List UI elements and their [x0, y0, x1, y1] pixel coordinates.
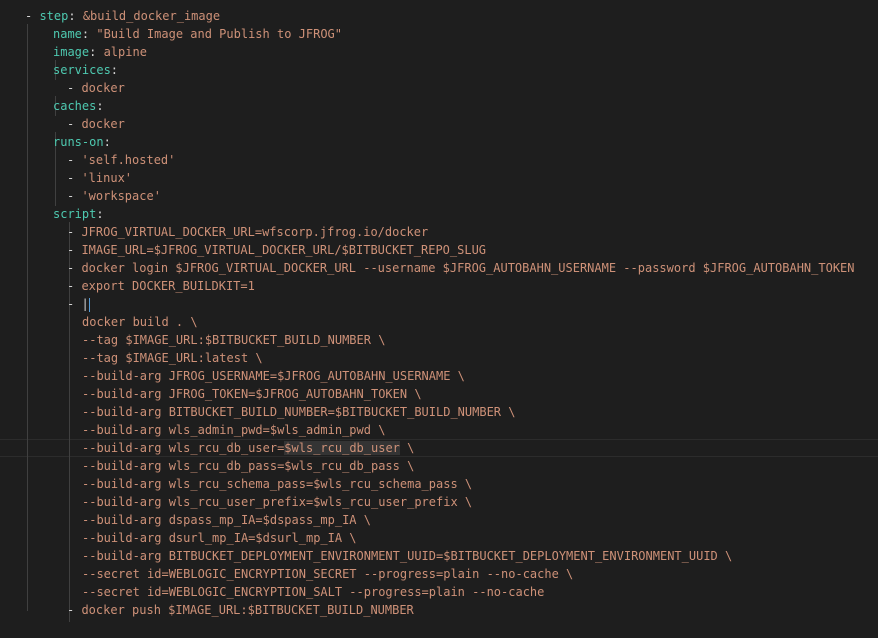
yaml-value: docker login $JFROG_VIRTUAL_DOCKER_URL -… — [81, 261, 855, 275]
yaml-value: "Build Image and Publish to JFROG" — [96, 27, 342, 41]
yaml-value: --build-arg wls_rcu_db_user= — [82, 441, 285, 455]
list-dash: - — [67, 243, 82, 257]
list-dash: - — [67, 81, 82, 95]
code-line[interactable]: image: alpine — [53, 43, 147, 61]
yaml-value: --build-arg wls_rcu_user_prefix=$wls_rcu… — [82, 495, 473, 509]
code-line[interactable]: - docker push $IMAGE_URL:$BITBUCKET_BUIL… — [67, 601, 414, 619]
yaml-value: --tag $IMAGE_URL:$BITBUCKET_BUILD_NUMBER… — [82, 333, 386, 347]
list-dash: - — [67, 261, 82, 275]
code-line[interactable]: --build-arg wls_rcu_db_user=$wls_rcu_db_… — [82, 439, 414, 457]
code-line[interactable]: script: — [53, 205, 104, 223]
yaml-value: --build-arg dspass_mp_IA=$dspass_mp_IA \ — [82, 513, 371, 527]
code-line[interactable]: - 'self.hosted' — [67, 151, 175, 169]
yaml-value: &build_docker_image — [82, 9, 221, 23]
yaml-value: docker build . \ — [82, 315, 198, 329]
yaml-value: 'self.hosted' — [81, 153, 176, 167]
code-line[interactable]: --secret id=WEBLOGIC_ENCRYPTION_SALT --p… — [82, 583, 544, 601]
yaml-value: $wls_rcu_db_user — [284, 441, 400, 455]
yaml-value: --build-arg BITBUCKET_DEPLOYMENT_ENVIRON… — [82, 549, 733, 563]
code-line[interactable]: - 'linux' — [67, 169, 132, 187]
list-dash: - — [67, 171, 82, 185]
yaml-key: runs-on — [53, 135, 104, 149]
yaml-value: 'workspace' — [81, 189, 161, 203]
punctuation: : — [81, 27, 97, 41]
code-line[interactable]: --build-arg wls_rcu_schema_pass=$wls_rcu… — [82, 475, 472, 493]
indent-guide — [27, 24, 28, 611]
yaml-value: export DOCKER_BUILDKIT=1 — [81, 279, 255, 293]
list-dash: - — [67, 189, 82, 203]
yaml-value: --build-arg JFROG_USERNAME=$JFROG_AUTOBA… — [82, 369, 465, 383]
yaml-value: docker — [81, 81, 125, 95]
yaml-key: step — [39, 9, 69, 23]
code-line[interactable]: - step: &build_docker_image — [25, 7, 220, 25]
code-line[interactable]: - JFROG_VIRTUAL_DOCKER_URL=wfscorp.jfrog… — [67, 223, 428, 241]
code-line[interactable]: - 'workspace' — [67, 187, 161, 205]
code-line[interactable]: --tag $IMAGE_URL:$BITBUCKET_BUILD_NUMBER… — [82, 331, 385, 349]
list-dash: - — [67, 153, 82, 167]
code-line[interactable]: runs-on: — [53, 133, 111, 151]
punctuation: | — [81, 297, 89, 311]
code-editor[interactable]: - step: &build_docker_image name: "Build … — [0, 0, 878, 638]
code-line[interactable]: --build-arg dsurl_mp_IA=$dsurl_mp_IA \ — [82, 529, 357, 547]
punctuation: : — [103, 135, 111, 149]
yaml-value: 'linux' — [81, 171, 133, 185]
yaml-key: caches — [53, 99, 97, 113]
yaml-value: --build-arg JFROG_TOKEN=$JFROG_AUTOBAHN_… — [82, 387, 422, 401]
code-line[interactable]: --build-arg wls_admin_pwd=$wls_admin_pwd… — [82, 421, 385, 439]
yaml-value: --build-arg BITBUCKET_BUILD_NUMBER=$BITB… — [82, 405, 516, 419]
yaml-value: --tag $IMAGE_URL:latest \ — [82, 351, 263, 365]
yaml-key: script — [53, 207, 97, 221]
punctuation: : — [110, 63, 119, 77]
code-line[interactable]: - export DOCKER_BUILDKIT=1 — [67, 277, 255, 295]
code-line[interactable]: - IMAGE_URL=$JFROG_VIRTUAL_DOCKER_URL/$B… — [67, 241, 486, 259]
yaml-value: docker — [81, 117, 125, 131]
code-line[interactable]: caches: — [53, 97, 104, 115]
code-line[interactable]: --tag $IMAGE_URL:latest \ — [82, 349, 263, 367]
list-dash: - — [67, 117, 82, 131]
punctuation: : — [89, 45, 104, 59]
code-line[interactable]: docker build . \ — [82, 313, 198, 331]
yaml-value: --build-arg wls_rcu_schema_pass=$wls_rcu… — [82, 477, 473, 491]
code-line[interactable]: - docker — [67, 115, 125, 133]
yaml-value: --secret id=WEBLOGIC_ENCRYPTION_SALT --p… — [82, 585, 545, 599]
punctuation: : — [68, 9, 83, 23]
yaml-value: JFROG_VIRTUAL_DOCKER_URL=wfscorp.jfrog.i… — [81, 225, 429, 239]
code-line[interactable]: --build-arg BITBUCKET_BUILD_NUMBER=$BITB… — [82, 403, 515, 421]
yaml-key: name — [53, 27, 82, 41]
punctuation: : — [96, 207, 104, 221]
code-line[interactable]: - docker login $JFROG_VIRTUAL_DOCKER_URL… — [67, 259, 855, 277]
code-line[interactable]: - docker — [67, 79, 125, 97]
code-line[interactable]: --build-arg JFROG_USERNAME=$JFROG_AUTOBA… — [82, 367, 465, 385]
code-line[interactable]: --build-arg BITBUCKET_DEPLOYMENT_ENVIRON… — [82, 547, 732, 565]
text-caret — [88, 297, 90, 312]
code-line[interactable]: --build-arg dspass_mp_IA=$dspass_mp_IA \ — [82, 511, 371, 529]
list-dash: - — [67, 225, 82, 239]
yaml-value: --build-arg wls_rcu_db_pass=$wls_rcu_db_… — [82, 459, 415, 473]
yaml-value: \ — [399, 441, 415, 455]
yaml-value: docker push $IMAGE_URL:$BITBUCKET_BUILD_… — [81, 603, 414, 617]
code-line[interactable]: --build-arg wls_rcu_user_prefix=$wls_rcu… — [82, 493, 472, 511]
code-line[interactable]: services: — [53, 61, 118, 79]
yaml-value: --secret id=WEBLOGIC_ENCRYPTION_SECRET -… — [82, 567, 574, 581]
yaml-value: IMAGE_URL=$JFROG_VIRTUAL_DOCKER_URL/$BIT… — [81, 243, 487, 257]
yaml-value: --build-arg wls_admin_pwd=$wls_admin_pwd… — [82, 423, 386, 437]
list-dash: - — [67, 297, 82, 311]
list-dash: - — [25, 9, 40, 23]
yaml-value: alpine — [103, 45, 147, 59]
list-dash: - — [67, 603, 82, 617]
code-line[interactable]: name: "Build Image and Publish to JFROG" — [53, 25, 342, 43]
yaml-key: services — [53, 63, 111, 77]
yaml-value: --build-arg dsurl_mp_IA=$dsurl_mp_IA \ — [82, 531, 357, 545]
code-line[interactable]: - | — [67, 295, 90, 313]
yaml-key: image — [53, 45, 90, 59]
code-line[interactable]: --secret id=WEBLOGIC_ENCRYPTION_SECRET -… — [82, 565, 573, 583]
punctuation: : — [96, 99, 104, 113]
code-line[interactable]: --build-arg wls_rcu_db_pass=$wls_rcu_db_… — [82, 457, 414, 475]
code-line[interactable]: --build-arg JFROG_TOKEN=$JFROG_AUTOBAHN_… — [82, 385, 422, 403]
list-dash: - — [67, 279, 82, 293]
